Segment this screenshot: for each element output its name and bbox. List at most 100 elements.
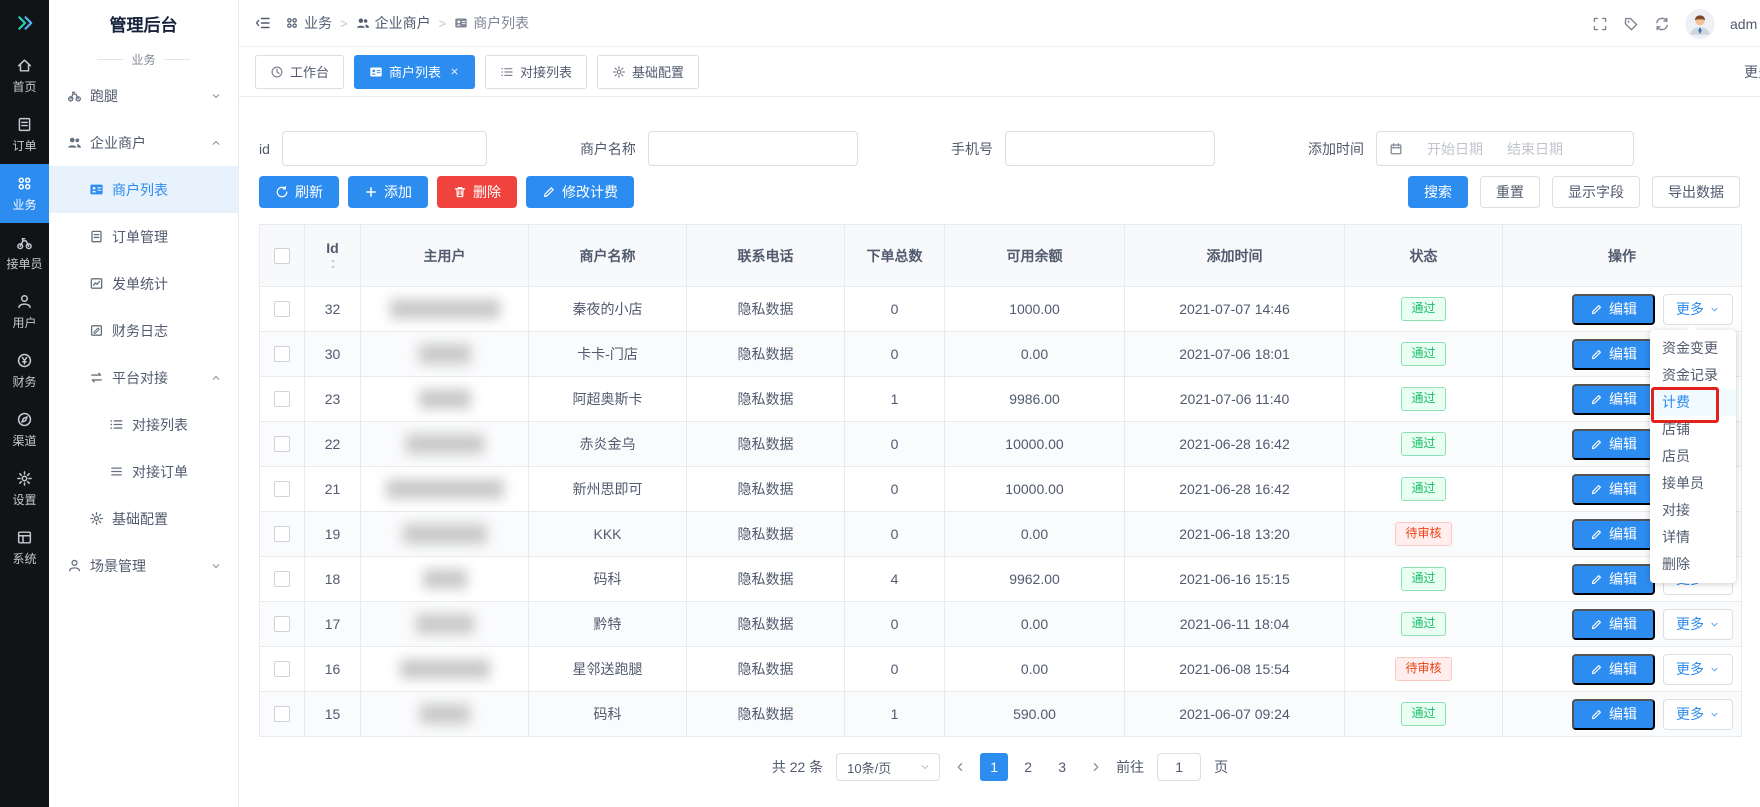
tab-0[interactable]: 工作台 bbox=[255, 55, 344, 89]
sidebar-item-3[interactable]: 订单管理 bbox=[49, 213, 238, 260]
sidebar-item-1[interactable]: 企业商户 bbox=[49, 119, 238, 166]
dropdown-item-1[interactable]: 资金记录 bbox=[1650, 362, 1736, 389]
dropdown-item-8[interactable]: 删除 bbox=[1650, 551, 1736, 578]
orders-value: 0 bbox=[891, 301, 899, 317]
button-label: 重置 bbox=[1496, 182, 1524, 202]
page-button-2[interactable]: 2 bbox=[1014, 753, 1042, 781]
breadcrumb-item-2[interactable]: 商户列表 bbox=[454, 13, 529, 33]
next-page-button[interactable] bbox=[1089, 760, 1103, 774]
prev-page-button[interactable] bbox=[953, 760, 967, 774]
tab-2[interactable]: 对接列表 bbox=[485, 55, 587, 89]
sidebar-item-4[interactable]: 发单统计 bbox=[49, 260, 238, 307]
goto-page-input[interactable] bbox=[1157, 753, 1201, 781]
toolbar-right-button-2[interactable]: 显示字段 bbox=[1552, 176, 1640, 208]
edit-button[interactable]: 编辑 bbox=[1572, 609, 1655, 640]
fullscreen-icon[interactable] bbox=[1592, 16, 1608, 32]
dropdown-item-7[interactable]: 详情 bbox=[1650, 524, 1736, 551]
more-button[interactable]: 更多 bbox=[1663, 654, 1733, 685]
row-checkbox[interactable] bbox=[274, 616, 290, 632]
sidebar-item-10[interactable]: 场景管理 bbox=[49, 542, 238, 589]
rail-item-2[interactable]: 业务 bbox=[0, 164, 49, 223]
close-icon[interactable] bbox=[449, 66, 460, 77]
breadcrumb-item-1[interactable]: 企业商户 bbox=[356, 13, 431, 33]
rail-item-6[interactable]: 渠道 bbox=[0, 400, 49, 459]
toolbar-button-2[interactable]: 删除 bbox=[437, 176, 517, 208]
merchant-name-filter-input[interactable] bbox=[648, 131, 858, 166]
sidebar-item-6[interactable]: 平台对接 bbox=[49, 354, 238, 401]
toolbar-button-0[interactable]: 刷新 bbox=[259, 176, 339, 208]
sidebar-item-8[interactable]: 对接订单 bbox=[49, 448, 238, 495]
row-checkbox[interactable] bbox=[274, 526, 290, 542]
tabs-more-button[interactable]: 更多 bbox=[1744, 47, 1760, 96]
breadcrumb-item-0[interactable]: 业务 bbox=[285, 13, 332, 33]
rail-item-8[interactable]: 系统 bbox=[0, 518, 49, 577]
dropdown-item-5[interactable]: 接单员 bbox=[1650, 470, 1736, 497]
app-logo[interactable] bbox=[0, 0, 49, 46]
row-checkbox[interactable] bbox=[274, 391, 290, 407]
phone-value: 隐私数据 bbox=[738, 616, 794, 632]
table-row: 30卡卡-门店隐私数据00.002021-07-06 18:01通过编辑更多 bbox=[260, 332, 1742, 377]
edit-button[interactable]: 编辑 bbox=[1572, 699, 1655, 730]
theme-tag-icon[interactable] bbox=[1623, 16, 1639, 32]
edit-button[interactable]: 编辑 bbox=[1572, 294, 1655, 325]
toolbar-right-button-0[interactable]: 搜索 bbox=[1408, 176, 1468, 208]
dropdown-item-6[interactable]: 对接 bbox=[1650, 497, 1736, 524]
edit-button[interactable]: 编辑 bbox=[1572, 474, 1655, 505]
row-checkbox[interactable] bbox=[274, 571, 290, 587]
more-button[interactable]: 更多 bbox=[1663, 699, 1733, 730]
row-checkbox[interactable] bbox=[274, 661, 290, 677]
id-filter-input[interactable] bbox=[282, 131, 487, 166]
collapse-sidebar-icon[interactable] bbox=[255, 15, 271, 31]
row-checkbox[interactable] bbox=[274, 436, 290, 452]
dropdown-item-2[interactable]: 计费 bbox=[1650, 389, 1736, 416]
sort-icon[interactable] bbox=[326, 257, 340, 271]
page-size-select[interactable]: 10条/页 bbox=[836, 753, 940, 781]
dropdown-item-3[interactable]: 店铺 bbox=[1650, 416, 1736, 443]
rail-item-1[interactable]: 订单 bbox=[0, 105, 49, 164]
sidebar-item-5[interactable]: 财务日志 bbox=[49, 307, 238, 354]
edit-button[interactable]: 编辑 bbox=[1572, 564, 1655, 595]
tab-3[interactable]: 基础配置 bbox=[597, 55, 699, 89]
sidebar-item-2[interactable]: 商户列表 bbox=[49, 166, 238, 213]
sidebar-item-9[interactable]: 基础配置 bbox=[49, 495, 238, 542]
username[interactable]: adm bbox=[1730, 16, 1760, 32]
row-checkbox[interactable] bbox=[274, 301, 290, 317]
page-button-1[interactable]: 1 bbox=[980, 753, 1008, 781]
edit-button[interactable]: 编辑 bbox=[1572, 654, 1655, 685]
more-button[interactable]: 更多 bbox=[1663, 609, 1733, 640]
edit-button[interactable]: 编辑 bbox=[1572, 429, 1655, 460]
dropdown-item-0[interactable]: 资金变更 bbox=[1650, 335, 1736, 362]
edit-button[interactable]: 编辑 bbox=[1572, 339, 1655, 370]
rail-item-0[interactable]: 首页 bbox=[0, 46, 49, 105]
button-label: 添加 bbox=[384, 182, 412, 202]
row-checkbox[interactable] bbox=[274, 481, 290, 497]
orders-value: 0 bbox=[891, 616, 899, 632]
sidebar-item-0[interactable]: 跑腿 bbox=[49, 72, 238, 119]
toolbar-button-1[interactable]: 添加 bbox=[348, 176, 428, 208]
rail-item-5[interactable]: 财务 bbox=[0, 341, 49, 400]
avatar[interactable] bbox=[1685, 9, 1715, 39]
more-button[interactable]: 更多 bbox=[1663, 294, 1733, 325]
row-checkbox[interactable] bbox=[274, 346, 290, 362]
reload-icon[interactable] bbox=[1654, 16, 1670, 32]
toolbar-button-3[interactable]: 修改计费 bbox=[526, 176, 634, 208]
dropdown-item-4[interactable]: 店员 bbox=[1650, 443, 1736, 470]
toolbar-right-button-1[interactable]: 重置 bbox=[1480, 176, 1540, 208]
phone-cell: 隐私数据 bbox=[687, 467, 845, 512]
sidebar-item-7[interactable]: 对接列表 bbox=[49, 401, 238, 448]
phone-filter-input[interactable] bbox=[1005, 131, 1215, 166]
balance-value: 0.00 bbox=[1021, 661, 1048, 677]
date-range-input[interactable]: 开始日期 结束日期 bbox=[1376, 131, 1634, 166]
edit-button-label: 编辑 bbox=[1609, 704, 1637, 724]
row-checkbox[interactable] bbox=[274, 706, 290, 722]
rail-item-7[interactable]: 设置 bbox=[0, 459, 49, 518]
rail-item-4[interactable]: 用户 bbox=[0, 282, 49, 341]
page-button-3[interactable]: 3 bbox=[1048, 753, 1076, 781]
edit-button[interactable]: 编辑 bbox=[1572, 519, 1655, 550]
tab-1[interactable]: 商户列表 bbox=[354, 55, 475, 89]
select-all-checkbox[interactable] bbox=[274, 248, 290, 264]
rail-item-3[interactable]: 接单员 bbox=[0, 223, 49, 282]
id-column-header: Id bbox=[305, 240, 360, 271]
edit-button[interactable]: 编辑 bbox=[1572, 384, 1655, 415]
toolbar-right-button-3[interactable]: 导出数据 bbox=[1652, 176, 1740, 208]
